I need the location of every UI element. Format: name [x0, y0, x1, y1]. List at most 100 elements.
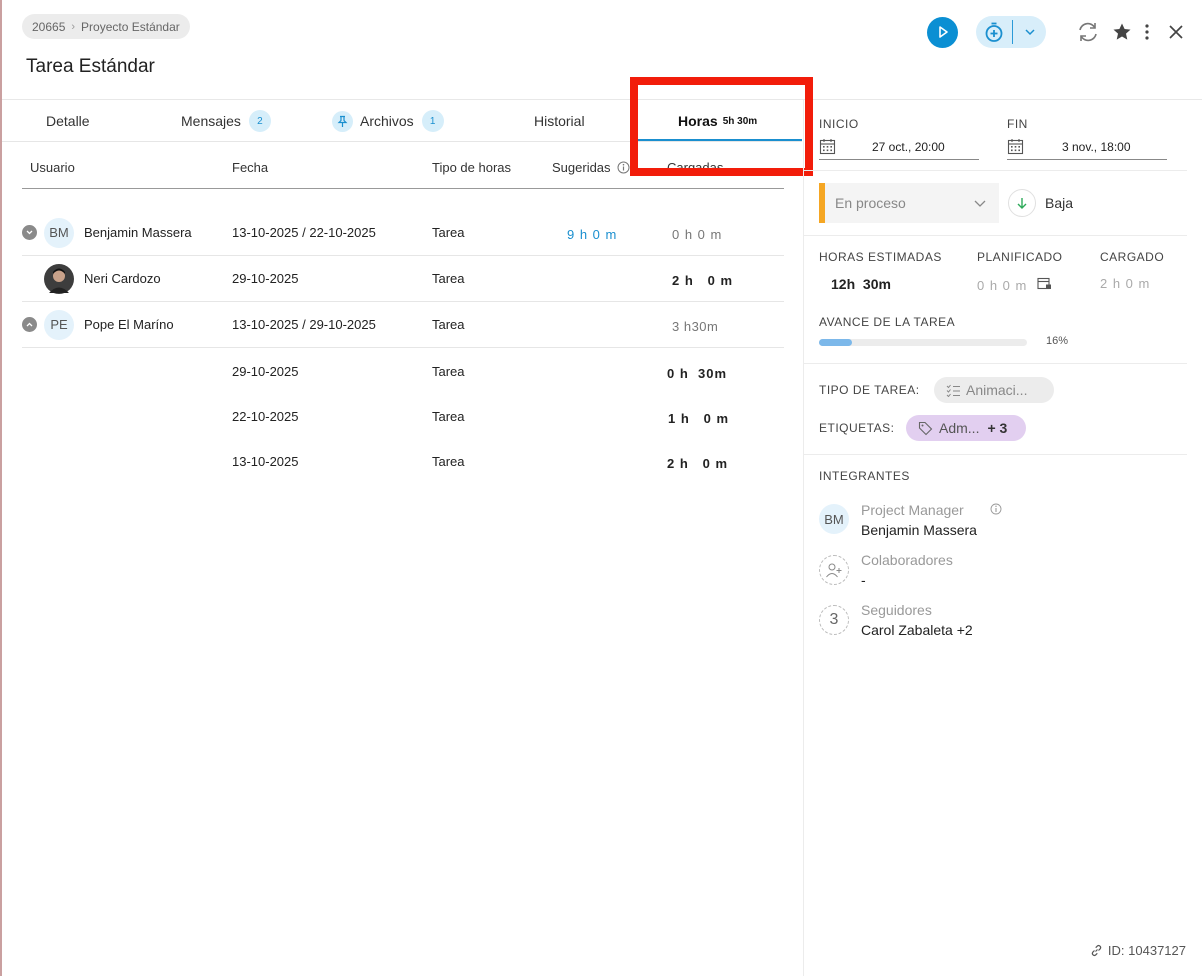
avatar: BM [44, 217, 74, 248]
tab-label: Mensajes [181, 113, 241, 129]
tag-icon [918, 421, 933, 435]
pm-label: Project Manager [861, 502, 964, 518]
fin-date-field[interactable]: 3 nov., 18:00 [1007, 134, 1167, 160]
row-fecha: 13-10-2025 [232, 453, 299, 469]
col-fecha: Fecha [232, 160, 269, 175]
row-user: Pope El Maríno [84, 317, 174, 332]
header-actions [927, 16, 1184, 48]
inicio-value: 27 oct., 20:00 [872, 139, 945, 154]
chevron-down-icon [1024, 29, 1035, 36]
colaboradores-value: - [861, 572, 866, 588]
breadcrumb-project-id: 20665 [32, 19, 66, 34]
tab-badge: 1 [421, 110, 444, 132]
row-tipo: Tarea [432, 453, 465, 469]
planificado-value: 0 h 0 m [977, 278, 1028, 293]
more-vertical-icon [1145, 24, 1149, 40]
user-photo-icon [49, 268, 69, 293]
table-row[interactable]: 13-10-2025 Tarea 2 h 0 m [22, 438, 784, 484]
play-icon [938, 26, 948, 38]
status-value: En proceso [835, 195, 906, 211]
chevron-right-icon: › [71, 20, 76, 33]
tab-detalle[interactable]: Detalle [46, 100, 90, 142]
timer-dropdown[interactable] [1013, 26, 1046, 38]
link-icon [1091, 945, 1102, 956]
favorite-button[interactable] [1112, 22, 1132, 42]
play-button[interactable] [927, 16, 958, 48]
tab-mensajes[interactable]: Mensajes 2 [181, 100, 271, 142]
collapse-toggle[interactable] [22, 225, 37, 240]
fin-label: FIN [1007, 117, 1028, 131]
breadcrumb-project-name: Proyecto Estándar [81, 19, 180, 34]
status-select[interactable]: En proceso [819, 183, 999, 223]
tab-archivos[interactable]: Archivos 1 [332, 100, 444, 142]
row-fecha: 29-10-2025 [232, 271, 299, 286]
row-cargadas: 1 h 0 m [668, 410, 730, 426]
timer-button[interactable] [976, 16, 1046, 48]
table-row[interactable]: 29-10-2025 Tarea 0 h 30m [22, 348, 784, 394]
avance-label: AVANCE DE LA TAREA [819, 315, 956, 329]
task-id[interactable]: ID: 10437127 [1090, 943, 1186, 958]
tab-label: Detalle [46, 113, 90, 129]
table-row[interactable]: Neri Cardozo 29-10-2025 Tarea 2 h 0 m [22, 256, 784, 302]
row-cargadas: 3 h30m [672, 319, 719, 334]
row-tipo: Tarea [432, 225, 465, 240]
highlight-box [630, 77, 813, 176]
table-row[interactable]: 22-10-2025 Tarea 1 h 0 m [22, 393, 784, 439]
expand-toggle[interactable] [22, 317, 37, 332]
col-sugeridas: Sugeridas [552, 160, 630, 175]
panel-separator [804, 454, 1187, 455]
chevron-up-icon [26, 322, 33, 327]
col-sugeridas-label: Sugeridas [552, 160, 611, 175]
add-user-icon [826, 563, 842, 578]
col-tipo: Tipo de horas [432, 160, 512, 175]
tipo-tarea-label: TIPO DE TAREA: [819, 383, 920, 397]
row-sugeridas: 9 h 0 m [567, 227, 618, 242]
row-tipo: Tarea [432, 363, 465, 379]
etiquetas-chip[interactable]: Adm... + 3 [906, 415, 1026, 441]
close-icon [1169, 25, 1183, 39]
cargado-label: CARGADO [1100, 250, 1165, 264]
inicio-label: INICIO [819, 117, 859, 131]
calendar-icon [1007, 139, 1024, 155]
row-fecha: 29-10-2025 [232, 363, 299, 379]
chevron-down-icon [974, 200, 986, 207]
more-options-button[interactable] [1144, 23, 1150, 41]
table-row[interactable]: BM Benjamin Massera 13-10-2025 / 22-10-2… [22, 210, 784, 256]
cargado-value: 2 h 0 m [1100, 276, 1151, 291]
seguidores-value: Carol Zabaleta +2 [861, 622, 973, 638]
arrow-down-icon [1008, 189, 1036, 217]
inicio-date-field[interactable]: 27 oct., 20:00 [819, 134, 979, 160]
col-usuario: Usuario [30, 160, 75, 175]
row-fecha: 22-10-2025 [232, 408, 299, 424]
followers-count[interactable]: 3 [819, 605, 849, 635]
avatar: PE [44, 309, 74, 340]
panel-separator [804, 363, 1187, 364]
colaboradores-label: Colaboradores [861, 552, 953, 568]
task-modal: 20665 › Proyecto Estándar Tarea Estándar [0, 0, 1202, 976]
avance-progress-fill [819, 339, 853, 346]
calendar-lock-icon [1037, 277, 1051, 290]
table-row[interactable]: PE Pope El Maríno 13-10-2025 / 29-10-202… [22, 302, 784, 348]
close-button[interactable] [1168, 24, 1184, 40]
tab-historial[interactable]: Historial [534, 100, 585, 142]
pm-name: Benjamin Massera [861, 522, 977, 538]
priority-select[interactable]: Baja [1008, 189, 1073, 217]
row-tipo: Tarea [432, 271, 465, 286]
tab-label: Historial [534, 113, 585, 129]
row-fecha: 13-10-2025 / 29-10-2025 [232, 317, 376, 332]
panel-divider [803, 100, 804, 976]
refresh-icon [1079, 22, 1097, 42]
row-tipo: Tarea [432, 317, 465, 332]
info-icon [617, 161, 630, 174]
breadcrumb[interactable]: 20665 › Proyecto Estándar [22, 14, 190, 39]
add-collaborator-button[interactable] [819, 555, 849, 585]
avatar [44, 263, 74, 294]
row-user: Benjamin Massera [84, 225, 192, 240]
horas-estimadas-value: 12h 30m [831, 276, 891, 292]
etiquetas-label: ETIQUETAS: [819, 421, 895, 435]
refresh-button[interactable] [1076, 20, 1100, 44]
row-cargadas: 0 h 0 m [672, 227, 723, 242]
tipo-tarea-chip[interactable]: Animaci... [934, 377, 1054, 403]
row-fecha: 13-10-2025 / 22-10-2025 [232, 225, 376, 240]
row-tipo: Tarea [432, 408, 465, 424]
